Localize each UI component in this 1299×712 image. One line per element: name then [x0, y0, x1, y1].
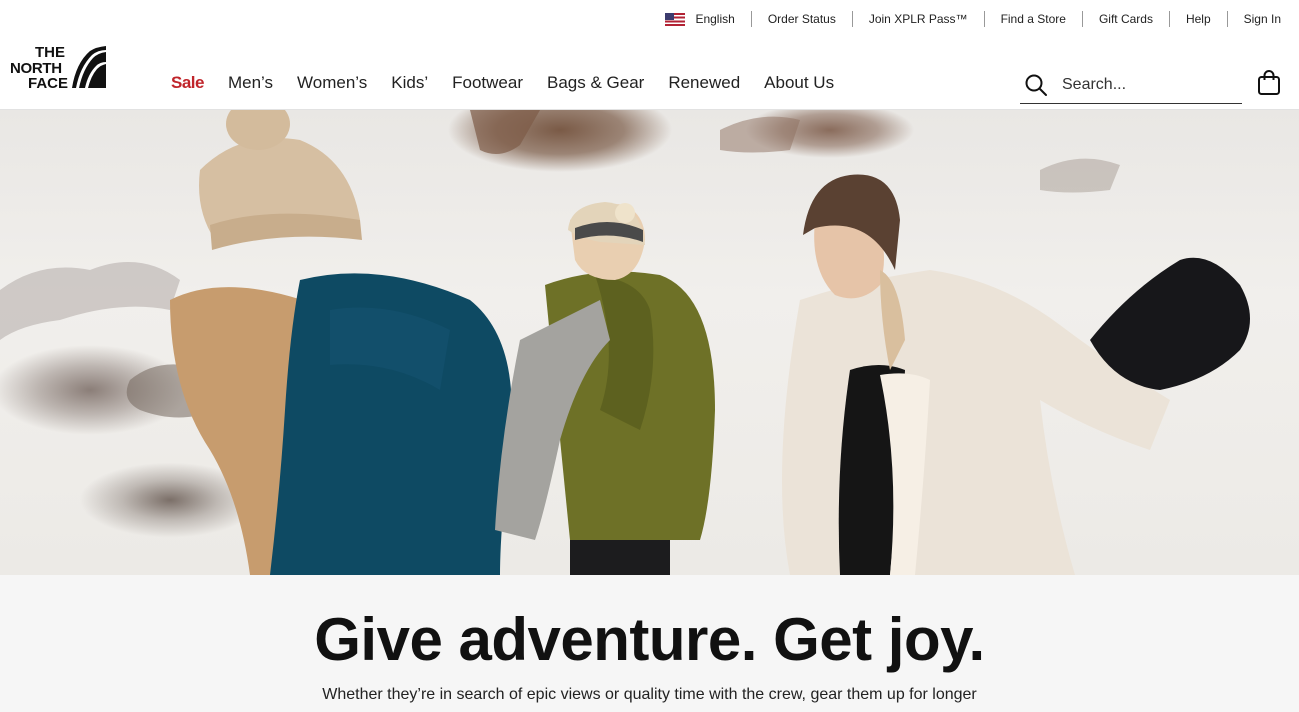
us-flag-icon: [665, 12, 686, 26]
sign-in-link[interactable]: Sign In: [1226, 11, 1281, 27]
nav-bags-gear[interactable]: Bags & Gear: [547, 73, 644, 93]
search-input[interactable]: [1062, 75, 1232, 94]
help-link[interactable]: Help: [1168, 11, 1227, 27]
person-middle: [495, 202, 715, 575]
order-status-link[interactable]: Order Status: [750, 11, 852, 27]
nav-mens[interactable]: Men’s: [228, 73, 273, 93]
language-selector[interactable]: English: [665, 11, 750, 27]
person-left: [170, 110, 512, 575]
logo-line-3: FACE: [28, 75, 68, 91]
hero-banner[interactable]: [0, 110, 1299, 575]
find-store-link[interactable]: Find a Store: [983, 11, 1082, 27]
shopping-bag-icon[interactable]: [1257, 70, 1281, 96]
nav-renewed[interactable]: Renewed: [668, 73, 740, 93]
person-right: [782, 174, 1250, 575]
nav-sale[interactable]: Sale: [171, 73, 204, 93]
search-bar: [1020, 66, 1242, 104]
gift-cards-link[interactable]: Gift Cards: [1081, 11, 1169, 27]
xplr-pass-link[interactable]: Join XPLR Pass™: [851, 11, 984, 27]
promo-subtext: Whether they’re in search of epic views …: [322, 686, 977, 703]
nav-footwear[interactable]: Footwear: [452, 73, 523, 93]
utility-bar: English Order Status Join XPLR Pass™ Fin…: [0, 0, 1299, 38]
nav-womens[interactable]: Women’s: [297, 73, 367, 93]
promo-section: Give adventure. Get joy. Whether they’re…: [0, 575, 1299, 712]
promo-headline: Give adventure. Get joy.: [314, 606, 985, 673]
language-label: English: [695, 12, 735, 26]
nav-kids[interactable]: Kids’: [391, 73, 428, 93]
hero-image: [0, 110, 1250, 575]
search-icon[interactable]: [1024, 73, 1048, 97]
utility-nav: English Order Status Join XPLR Pass™ Fin…: [665, 11, 1281, 27]
nav-about-us[interactable]: About Us: [764, 73, 834, 93]
main-header: THE NORTH FACE Sale Men’s Women’s Kids’ …: [0, 38, 1299, 110]
logo-line-1: THE: [35, 44, 65, 61]
primary-nav: Sale Men’s Women’s Kids’ Footwear Bags &…: [171, 73, 858, 93]
north-face-logo[interactable]: THE NORTH FACE: [10, 43, 108, 91]
